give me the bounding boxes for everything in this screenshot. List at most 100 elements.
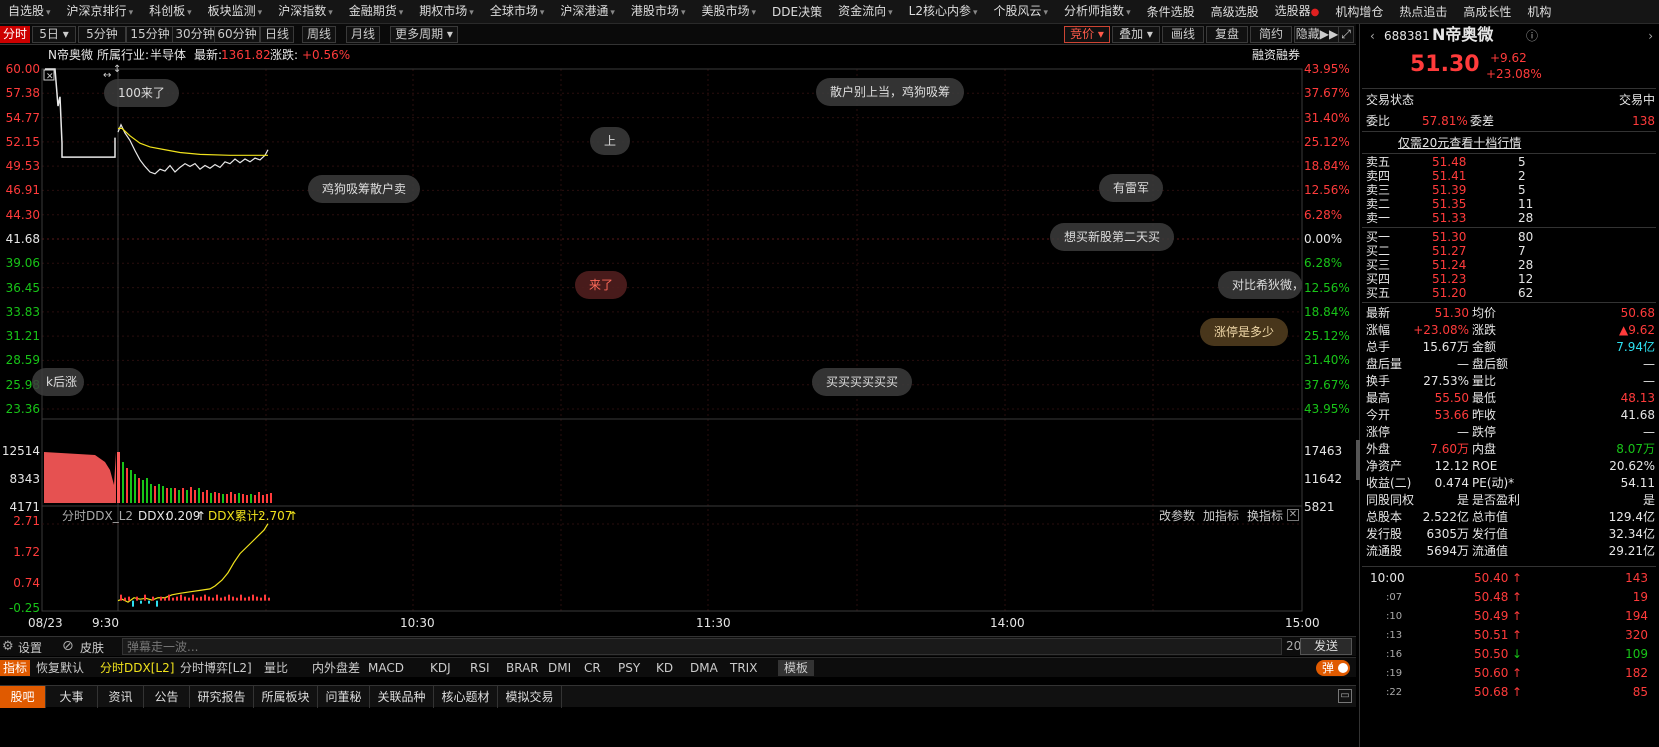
menu-item-12[interactable]: 资金流向 ▾ <box>830 0 901 23</box>
info-tab-9[interactable]: 模拟交易 <box>498 686 562 708</box>
indicator-tab-3[interactable]: 分时博弈[L2] <box>180 660 252 676</box>
period-tab-5[interactable]: 60分钟 <box>214 26 260 43</box>
indicator-tab-4[interactable]: 量比 <box>264 660 288 676</box>
ddx-indicator-name[interactable]: 分时DDX_L2 <box>62 508 133 524</box>
indicator-tab-11[interactable]: CR <box>584 660 601 676</box>
tool-button-1[interactable]: 叠加 ▾ <box>1112 26 1160 43</box>
info-tab-8[interactable]: 核心题材 <box>434 686 498 708</box>
close-indicator-icon[interactable]: ✕ <box>1287 509 1299 521</box>
period-tab-4[interactable]: 30分钟 <box>172 26 218 43</box>
tool-button-3[interactable]: 复盘 <box>1206 26 1248 43</box>
swap-indicator-button[interactable]: 换指标 <box>1247 508 1283 524</box>
indicator-tab-0[interactable]: 指标 <box>0 660 31 676</box>
stat-label: PE(动)* <box>1472 476 1515 490</box>
info-tab-5[interactable]: 所属板块 <box>254 686 318 708</box>
menu-item-19[interactable]: 机构增仓 <box>1327 0 1391 23</box>
chevron-right-icon[interactable]: › <box>1648 28 1653 45</box>
info-tab-3[interactable]: 公告 <box>144 686 190 708</box>
info-icon[interactable]: ⓘ <box>1526 28 1538 45</box>
menu-item-17[interactable]: 高级选股 <box>1203 0 1267 23</box>
add-indicator-button[interactable]: 加指标 <box>1203 508 1239 524</box>
indicator-tab-1[interactable]: 恢复默认 <box>36 660 84 676</box>
indicator-tab-16[interactable]: 模板 <box>778 660 815 676</box>
stat-label: 内盘 <box>1472 442 1497 456</box>
info-tab-4[interactable]: 研究报告 <box>190 686 254 708</box>
menu-item-7[interactable]: 全球市场 ▾ <box>482 0 553 23</box>
menu-item-16[interactable]: 条件选股 <box>1139 0 1203 23</box>
period-tab-7[interactable]: 周线 <box>302 26 336 43</box>
danmaku-bubble[interactable]: 对比希狄微， <box>1218 271 1302 299</box>
indicator-tab-15[interactable]: TRIX <box>730 660 757 676</box>
indicator-tab-6[interactable]: MACD <box>368 660 404 676</box>
expand-icon[interactable]: ⤢ <box>1338 26 1354 43</box>
indicator-tab-9[interactable]: BRAR <box>506 660 539 676</box>
danmaku-bubble[interactable]: 上 <box>590 127 631 155</box>
menu-item-13[interactable]: L2核心内参 ▾ <box>901 0 986 23</box>
modify-params-button[interactable]: 改参数 <box>1159 508 1195 524</box>
skin-button[interactable]: 皮肤 <box>80 639 104 656</box>
menu-item-6[interactable]: 期权市场 ▾ <box>411 0 482 23</box>
menu-item-5[interactable]: 金融期货 ▾ <box>341 0 412 23</box>
menu-item-9[interactable]: 港股市场 ▾ <box>623 0 694 23</box>
info-tab-1[interactable]: 大事 <box>46 686 98 708</box>
menu-item-21[interactable]: 高成长性 <box>1455 0 1519 23</box>
settings-icon[interactable]: ⚙ <box>2 639 14 654</box>
tool-button-4[interactable]: 简约 <box>1250 26 1292 43</box>
danmaku-bubble[interactable]: 100来了 <box>104 79 179 107</box>
menu-item-10[interactable]: 美股市场 ▾ <box>693 0 764 23</box>
indicator-tab-2[interactable]: 分时DDX[L2] <box>100 660 174 676</box>
danmaku-input[interactable] <box>122 638 1282 655</box>
indicator-tab-13[interactable]: KD <box>656 660 673 676</box>
danmaku-bubble[interactable]: 涨停是多少 <box>1200 318 1289 346</box>
tool-button-0[interactable]: 竞价 ▾ <box>1064 26 1110 43</box>
info-tab-6[interactable]: 问董秘 <box>318 686 370 708</box>
danmaku-bubble[interactable]: 买买买买买买 <box>812 368 913 396</box>
skin-icon[interactable]: ⊘ <box>62 638 74 654</box>
indicator-tab-7[interactable]: KDJ <box>430 660 451 676</box>
danmaku-bubble[interactable]: 散户别上当，鸡狗吸筹 <box>816 78 965 106</box>
intraday-chart[interactable]: ↔↕ ✕ <box>0 45 1356 637</box>
tool-button-5[interactable]: 隐藏▶▶ <box>1294 26 1340 43</box>
stat-label: 最高 <box>1366 391 1391 405</box>
menu-item-14[interactable]: 个股风云 ▾ <box>986 0 1057 23</box>
danmaku-bubble[interactable]: 来了 <box>575 271 628 299</box>
tool-button-2[interactable]: 画线 <box>1162 26 1204 43</box>
menu-item-20[interactable]: 热点追击 <box>1391 0 1455 23</box>
menu-item-2[interactable]: 科创板 ▾ <box>141 0 200 23</box>
menu-item-15[interactable]: 分析师指数 ▾ <box>1056 0 1139 23</box>
indicator-tab-8[interactable]: RSI <box>470 660 490 676</box>
danmaku-bubble[interactable]: 有雷军 <box>1099 174 1164 202</box>
panel-collapse-handle[interactable] <box>1356 440 1360 480</box>
minimize-icon[interactable]: ▭ <box>1338 689 1352 703</box>
period-tab-6[interactable]: 日线 <box>260 26 294 43</box>
danmaku-bubble[interactable]: 想买新股第二天买 <box>1050 223 1175 251</box>
indicator-tab-12[interactable]: PSY <box>618 660 640 676</box>
menu-item-11[interactable]: DDE决策 <box>764 0 830 23</box>
menu-item-0[interactable]: 自选股 ▾ <box>0 0 59 23</box>
info-tab-7[interactable]: 关联品种 <box>370 686 434 708</box>
indicator-tab-10[interactable]: DMI <box>548 660 571 676</box>
period-tab-0[interactable]: 分时 <box>0 26 30 43</box>
indicator-tab-14[interactable]: DMA <box>690 660 718 676</box>
menu-item-4[interactable]: 沪深指数 ▾ <box>270 0 341 23</box>
info-tab-2[interactable]: 资讯 <box>98 686 144 708</box>
period-tab-9[interactable]: 更多周期 ▾ <box>390 26 458 43</box>
menu-item-18[interactable]: 选股器● <box>1267 0 1328 23</box>
danmaku-toggle[interactable]: 弹 <box>1316 660 1351 676</box>
period-tab-8[interactable]: 月线 <box>346 26 380 43</box>
period-tab-1[interactable]: 5日 ▾ <box>32 26 76 43</box>
menu-item-8[interactable]: 沪深港通 ▾ <box>552 0 623 23</box>
settings-button[interactable]: 设置 <box>18 639 42 656</box>
chevron-left-icon[interactable]: ‹ <box>1370 28 1375 45</box>
period-tab-2[interactable]: 5分钟 <box>78 26 126 43</box>
danmaku-bubble[interactable]: 鸡狗吸筹散户卖 <box>308 175 421 203</box>
danmaku-bubble[interactable]: k后涨 <box>32 368 84 396</box>
indicator-tab-5[interactable]: 内外盘差 <box>312 660 360 676</box>
menu-item-3[interactable]: 板块监测 ▾ <box>200 0 271 23</box>
promo-link[interactable]: 仅需20元查看十档行情 <box>1398 134 1521 151</box>
send-button[interactable]: 发送 <box>1300 638 1352 655</box>
info-tab-0[interactable]: 股吧 <box>0 686 46 708</box>
menu-item-22[interactable]: 机构 <box>1519 0 1559 23</box>
period-tab-3[interactable]: 15分钟 <box>126 26 174 43</box>
menu-item-1[interactable]: 沪深京排行 ▾ <box>59 0 142 23</box>
